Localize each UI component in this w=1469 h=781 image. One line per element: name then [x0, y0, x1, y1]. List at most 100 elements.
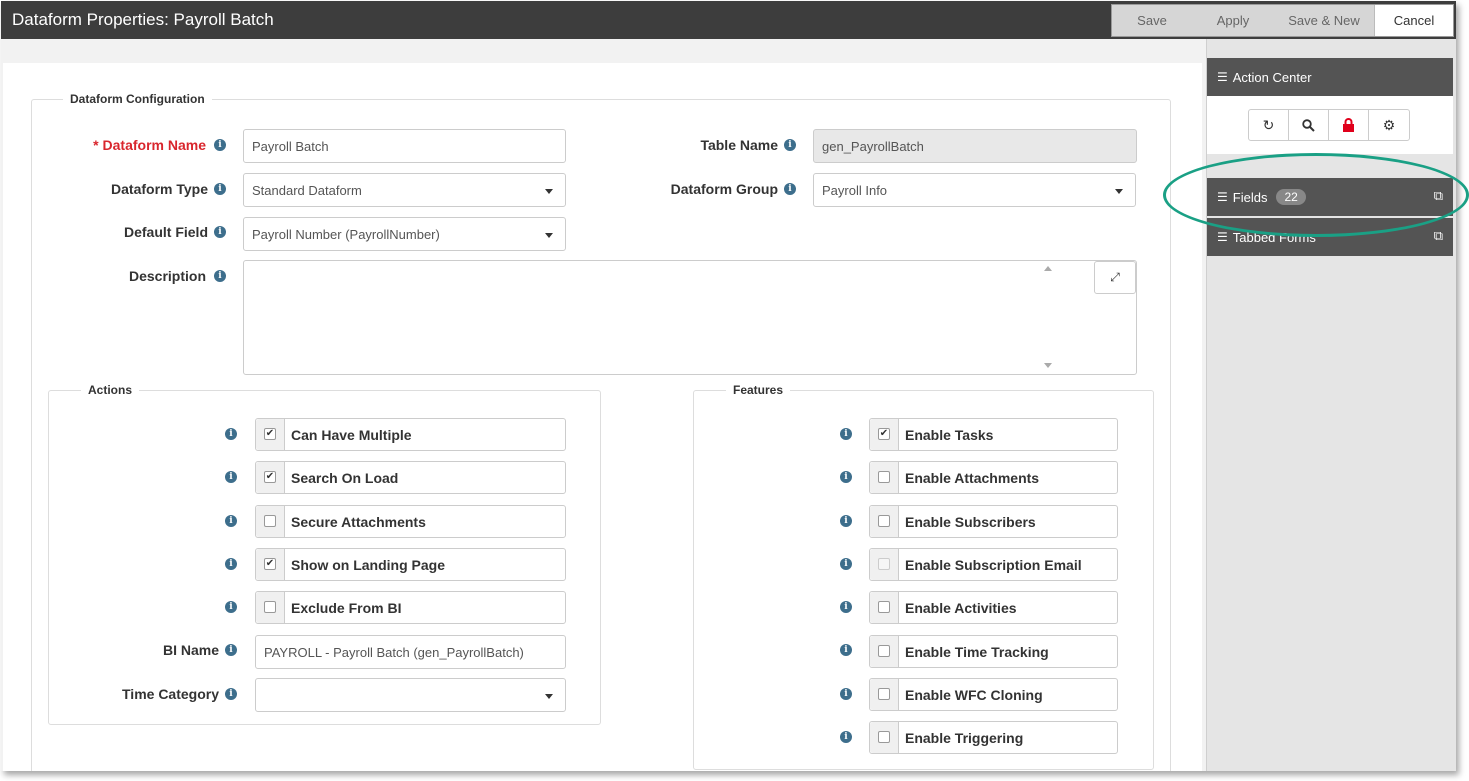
enable-subscription-email-label: Enable Subscription Email — [905, 557, 1082, 573]
enable-time-tracking-info-icon[interactable]: i — [840, 644, 852, 656]
default-field-info-icon[interactable]: i — [214, 226, 226, 238]
enable-triggering-row[interactable]: Enable Triggering — [869, 721, 1118, 754]
tabbed-forms-panel[interactable]: ☰ Tabbed Forms ⧉ — [1207, 218, 1453, 256]
secure-attachments-checkbox[interactable] — [264, 515, 276, 527]
dataform-name-input[interactable]: Payroll Batch — [243, 129, 566, 163]
scroll-up-icon[interactable] — [1044, 266, 1052, 271]
can-have-multiple-info-icon[interactable]: i — [225, 428, 237, 440]
show-on-landing-page-row[interactable]: ✔ Show on Landing Page — [255, 548, 566, 581]
enable-activities-label: Enable Activities — [905, 600, 1017, 616]
table-name-info-icon[interactable]: i — [784, 139, 796, 151]
dataform-group-select[interactable]: Payroll Info — [813, 173, 1136, 207]
action-center-label: Action Center — [1232, 69, 1312, 85]
search-icon[interactable] — [1289, 110, 1329, 140]
dataform-type-info-icon[interactable]: i — [214, 183, 226, 195]
fields-label: Fields — [1232, 189, 1268, 205]
external-link-icon[interactable]: ⧉ — [1434, 228, 1443, 244]
list-icon: ☰ — [1217, 230, 1228, 244]
enable-tasks-info-icon[interactable]: i — [840, 428, 852, 440]
enable-time-tracking-row[interactable]: Enable Time Tracking — [869, 635, 1118, 668]
dataform-name-info-icon[interactable]: i — [214, 139, 226, 151]
fields-panel[interactable]: ☰ Fields 22 ⧉ — [1207, 178, 1453, 216]
enable-attachments-checkbox[interactable] — [878, 471, 890, 483]
dataform-type-select[interactable]: Standard Dataform — [243, 173, 566, 207]
secure-attachments-row[interactable]: Secure Attachments — [255, 505, 566, 538]
enable-subscribers-info-icon[interactable]: i — [840, 515, 852, 527]
enable-wfc-cloning-checkbox[interactable] — [878, 688, 890, 700]
apply-button[interactable]: Apply — [1192, 5, 1274, 36]
description-textarea[interactable]: ⤢ — [243, 260, 1137, 375]
enable-time-tracking-checkbox[interactable] — [878, 645, 890, 657]
bi-name-input[interactable]: PAYROLL - Payroll Batch (gen_PayrollBatc… — [255, 635, 566, 669]
enable-tasks-label: Enable Tasks — [905, 427, 994, 443]
refresh-icon[interactable]: ↻ — [1249, 110, 1289, 140]
search-on-load-checkbox[interactable]: ✔ — [264, 471, 276, 483]
dataform-type-value: Standard Dataform — [252, 182, 362, 198]
enable-activities-row[interactable]: Enable Activities — [869, 591, 1118, 624]
actions-legend: Actions — [81, 383, 140, 397]
enable-attachments-label: Enable Attachments — [905, 470, 1040, 486]
toolbar-button-group: Save Apply Save & New Cancel — [1111, 4, 1454, 37]
exclude-from-bi-row[interactable]: Exclude From BI — [255, 591, 566, 624]
enable-attachments-row[interactable]: Enable Attachments — [869, 461, 1118, 494]
enable-wfc-cloning-row[interactable]: Enable WFC Cloning — [869, 678, 1118, 711]
features-legend: Features — [726, 383, 791, 397]
enable-subscription-email-info-icon[interactable]: i — [840, 558, 852, 570]
tabbed-forms-label: Tabbed Forms — [1232, 229, 1316, 245]
enable-subscribers-label: Enable Subscribers — [905, 514, 1036, 530]
save-and-new-button[interactable]: Save & New — [1274, 5, 1374, 36]
bi-name-label: BI Name — [162, 642, 219, 658]
enable-subscription-email-checkbox — [878, 558, 890, 570]
enable-tasks-checkbox[interactable]: ✔ — [878, 428, 890, 440]
scroll-down-icon[interactable] — [1044, 363, 1052, 368]
exclude-from-bi-checkbox[interactable] — [264, 601, 276, 613]
exclude-from-bi-info-icon[interactable]: i — [225, 601, 237, 613]
title-bar: Dataform Properties: Payroll Batch Save … — [1, 1, 1456, 39]
enable-activities-checkbox[interactable] — [878, 601, 890, 613]
expand-description-button[interactable]: ⤢ — [1094, 261, 1136, 294]
can-have-multiple-row[interactable]: ✔ Can Have Multiple — [255, 418, 566, 451]
enable-time-tracking-label: Enable Time Tracking — [905, 644, 1049, 660]
enable-tasks-row[interactable]: ✔ Enable Tasks — [869, 418, 1118, 451]
enable-activities-info-icon[interactable]: i — [840, 601, 852, 613]
action-center-header[interactable]: ☰ Action Center — [1207, 58, 1453, 96]
can-have-multiple-checkbox[interactable]: ✔ — [264, 428, 276, 440]
dataform-group-label: Dataform Group — [670, 181, 778, 197]
description-label: Description — [128, 268, 206, 284]
main-content: Dataform Configuration * Dataform Name i… — [3, 63, 1202, 771]
time-category-select[interactable] — [255, 678, 566, 712]
expand-icon: ⤢ — [1110, 270, 1120, 284]
enable-triggering-checkbox[interactable] — [878, 731, 890, 743]
time-category-info-icon[interactable]: i — [225, 688, 237, 700]
enable-triggering-label: Enable Triggering — [905, 730, 1024, 746]
show-on-landing-page-info-icon[interactable]: i — [225, 558, 237, 570]
enable-triggering-info-icon[interactable]: i — [840, 731, 852, 743]
enable-wfc-cloning-info-icon[interactable]: i — [840, 688, 852, 700]
can-have-multiple-label: Can Have Multiple — [291, 427, 412, 443]
external-link-icon[interactable]: ⧉ — [1434, 188, 1443, 204]
dataform-group-info-icon[interactable]: i — [784, 183, 796, 195]
cancel-button[interactable]: Cancel — [1374, 5, 1453, 36]
show-on-landing-page-checkbox[interactable]: ✔ — [264, 558, 276, 570]
enable-subscribers-checkbox[interactable] — [878, 515, 890, 527]
table-name-field: gen_PayrollBatch — [813, 129, 1137, 163]
save-button[interactable]: Save — [1112, 5, 1192, 36]
gear-icon[interactable]: ⚙ — [1369, 110, 1409, 140]
search-on-load-info-icon[interactable]: i — [225, 471, 237, 483]
action-sidebar: ☰ Action Center ↻ ⚙ ☰ Fields 22 ⧉ ☰ Tabb… — [1206, 39, 1456, 771]
dataform-name-label: * Dataform Name — [93, 137, 206, 153]
description-scrollbar[interactable] — [1042, 262, 1054, 372]
description-info-icon[interactable]: i — [214, 270, 226, 282]
bi-name-info-icon[interactable]: i — [225, 644, 237, 656]
chevron-down-icon — [1115, 189, 1123, 194]
lock-icon[interactable] — [1329, 110, 1369, 140]
show-on-landing-page-label: Show on Landing Page — [291, 557, 445, 573]
default-field-select[interactable]: Payroll Number (PayrollNumber) — [243, 217, 566, 251]
search-on-load-row[interactable]: ✔ Search On Load — [255, 461, 566, 494]
enable-attachments-info-icon[interactable]: i — [840, 471, 852, 483]
enable-subscribers-row[interactable]: Enable Subscribers — [869, 505, 1118, 538]
time-category-label: Time Category — [122, 686, 219, 702]
fields-count-badge: 22 — [1276, 189, 1306, 205]
secure-attachments-info-icon[interactable]: i — [225, 515, 237, 527]
list-icon: ☰ — [1217, 190, 1228, 204]
